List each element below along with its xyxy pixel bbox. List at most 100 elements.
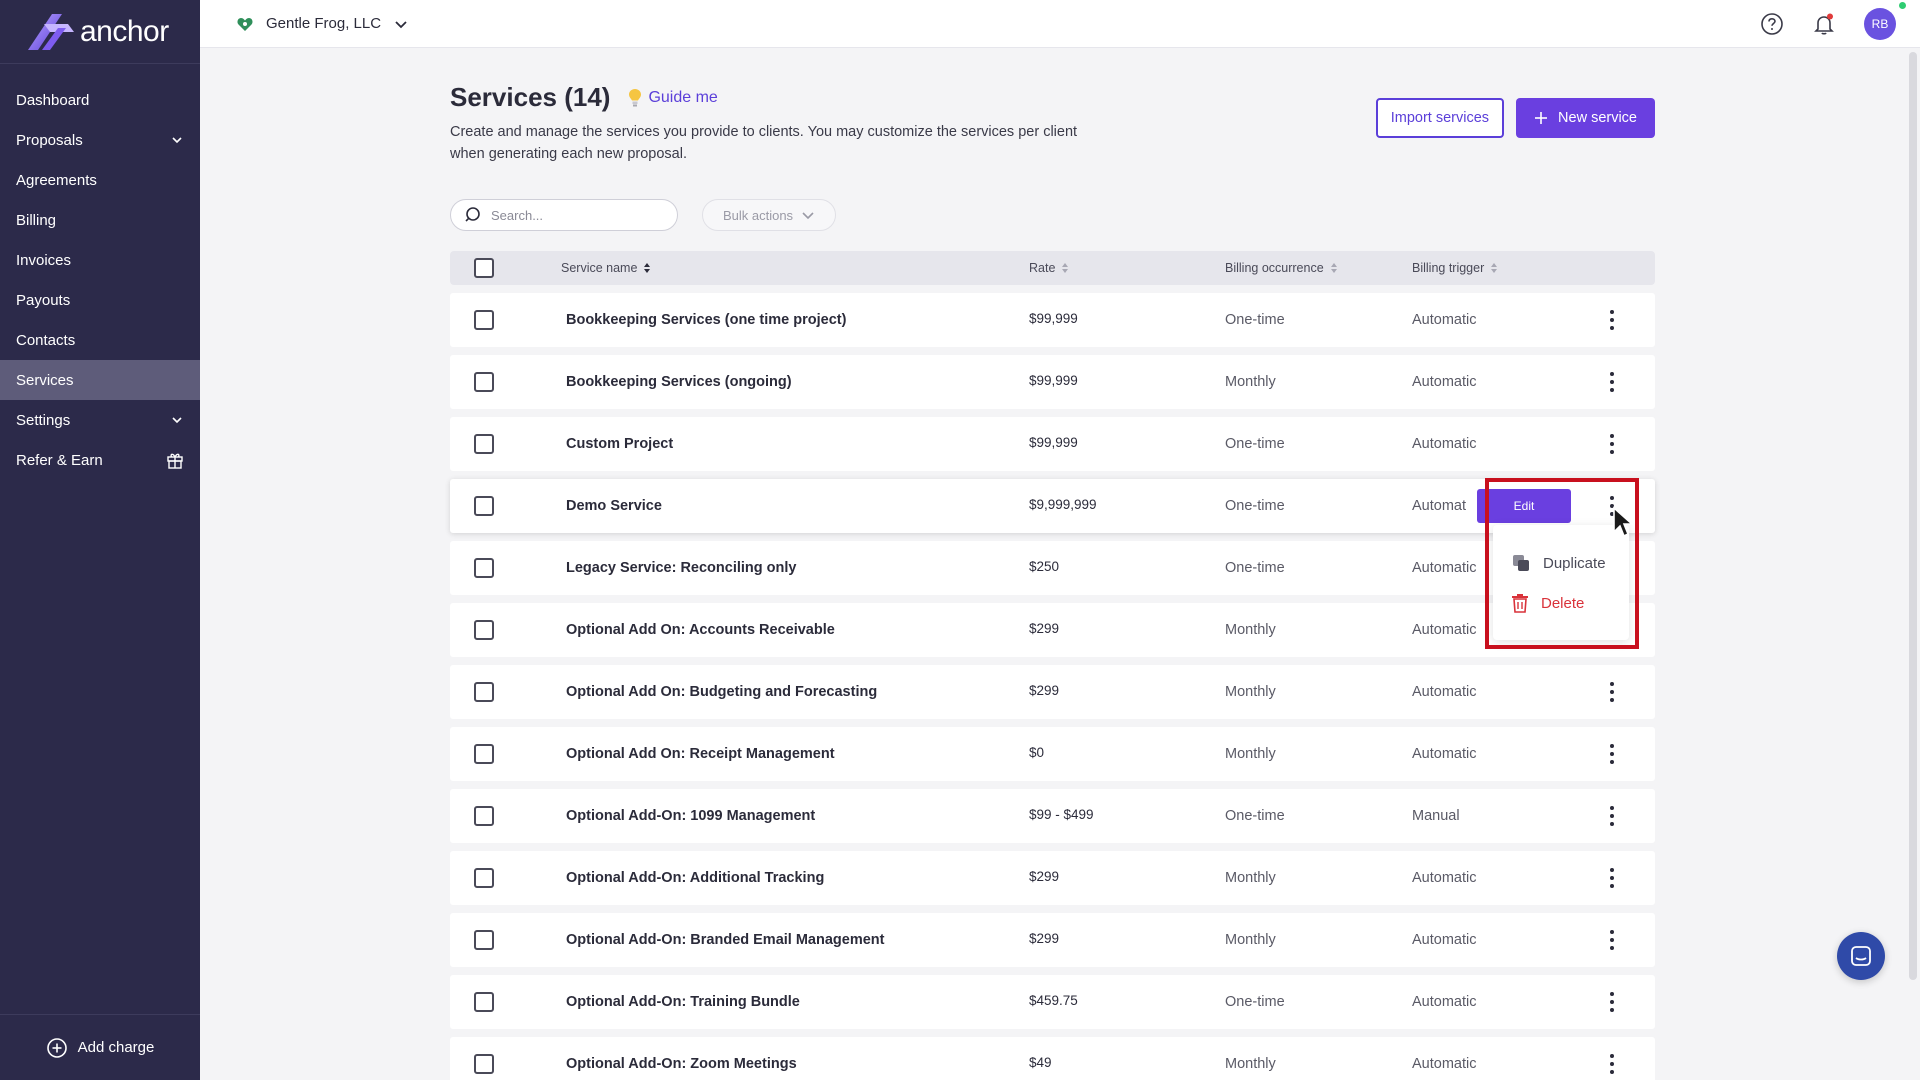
- service-name[interactable]: Optional Add On: Budgeting and Forecasti…: [566, 665, 877, 719]
- service-rate: $99 - $499: [1029, 806, 1094, 822]
- search-box[interactable]: [450, 199, 678, 231]
- avatar[interactable]: RB: [1864, 2, 1906, 40]
- row-menu-button[interactable]: [1600, 665, 1624, 719]
- bulk-actions-dropdown[interactable]: Bulk actions: [702, 199, 836, 231]
- row-checkbox[interactable]: [474, 682, 494, 702]
- billing-occurrence: Monthly: [1225, 746, 1276, 762]
- row-checkbox[interactable]: [474, 744, 494, 764]
- scrollbar-thumb[interactable]: [1909, 52, 1917, 980]
- select-all-checkbox[interactable]: [474, 258, 494, 278]
- billing-trigger: Automatic: [1412, 560, 1477, 576]
- table-row[interactable]: Optional Add On: Receipt Management $0 Mon…: [450, 727, 1655, 781]
- service-rate: $99,999: [1029, 310, 1078, 326]
- row-checkbox[interactable]: [474, 372, 494, 392]
- row-checkbox[interactable]: [474, 1054, 494, 1074]
- service-name[interactable]: Demo Service: [566, 479, 662, 533]
- table-row[interactable]: Optional Add-On: 1099 Management $99 - $4…: [450, 789, 1655, 843]
- import-services-button[interactable]: Import services: [1375, 98, 1505, 138]
- search-input[interactable]: [491, 207, 661, 223]
- service-name[interactable]: Bookkeeping Services (one time project): [566, 293, 846, 347]
- sort-icon: [1062, 263, 1069, 273]
- topbar: Gentle Frog, LLC RB: [200, 0, 1920, 48]
- row-menu-button[interactable]: [1600, 355, 1624, 409]
- row-menu-button[interactable]: [1600, 417, 1624, 471]
- column-header-label: Billing trigger: [1412, 261, 1485, 275]
- table-row[interactable]: Optional Add On: Accounts Receivable $299…: [450, 603, 1655, 657]
- sidebar-item-settings[interactable]: Settings: [0, 400, 200, 440]
- row-checkbox[interactable]: [474, 434, 494, 454]
- bell-icon[interactable]: [1812, 12, 1836, 36]
- row-checkbox[interactable]: [474, 620, 494, 640]
- help-icon[interactable]: [1760, 12, 1784, 36]
- table-row[interactable]: Optional Add On: Budgeting and Forecasti…: [450, 665, 1655, 719]
- logo[interactable]: anchor: [0, 0, 200, 64]
- table-row[interactable]: Demo Service $9,999,999 One-time Automat Edi…: [450, 479, 1655, 533]
- sort-icon: [1330, 263, 1337, 273]
- row-checkbox[interactable]: [474, 930, 494, 950]
- service-rate: $299: [1029, 868, 1060, 884]
- row-menu-button[interactable]: [1600, 975, 1624, 1029]
- table-row[interactable]: Optional Add-On: Zoom Meetings $49 Monthly…: [450, 1037, 1655, 1080]
- service-name[interactable]: Optional Add-On: Training Bundle: [566, 975, 800, 1029]
- sidebar-item-label: Settings: [16, 411, 71, 429]
- row-menu-button[interactable]: [1600, 789, 1624, 843]
- row-menu-button[interactable]: [1600, 1037, 1624, 1080]
- add-charge-button[interactable]: Add charge: [0, 1014, 200, 1080]
- service-name[interactable]: Legacy Service: Reconciling only: [566, 541, 796, 595]
- row-checkbox[interactable]: [474, 868, 494, 888]
- billing-trigger: Automatic: [1412, 622, 1477, 638]
- chat-button[interactable]: [1837, 932, 1885, 980]
- column-header-service-name[interactable]: Service name: [561, 251, 651, 285]
- row-menu-button[interactable]: [1600, 851, 1624, 905]
- table-row[interactable]: Optional Add-On: Branded Email Managemen…: [450, 913, 1655, 967]
- sidebar-item-dashboard[interactable]: Dashboard: [0, 80, 200, 120]
- sidebar-item-agreements[interactable]: Agreements: [0, 160, 200, 200]
- sidebar-item-services[interactable]: Services: [0, 360, 200, 400]
- table-row[interactable]: Bookkeeping Services (ongoing) $99,999 Mon…: [450, 355, 1655, 409]
- sidebar-item-refer-earn[interactable]: Refer & Earn: [0, 440, 200, 480]
- service-rate: $299: [1029, 620, 1060, 636]
- company-switcher[interactable]: Gentle Frog, LLC: [236, 15, 409, 33]
- row-checkbox[interactable]: [474, 992, 494, 1012]
- table-row[interactable]: Optional Add-On: Training Bundle $459.75 O…: [450, 975, 1655, 1029]
- row-menu-button[interactable]: [1600, 293, 1624, 347]
- service-name[interactable]: Optional Add-On: Branded Email Managemen…: [566, 913, 884, 967]
- new-service-button[interactable]: New service: [1516, 98, 1655, 138]
- service-name[interactable]: Optional Add On: Receipt Management: [566, 727, 835, 781]
- service-name[interactable]: Custom Project: [566, 417, 673, 471]
- billing-occurrence: Monthly: [1225, 870, 1276, 886]
- kebab-menu-icon: [1610, 310, 1614, 330]
- sidebar-item-proposals[interactable]: Proposals: [0, 120, 200, 160]
- sidebar-item-payouts[interactable]: Payouts: [0, 280, 200, 320]
- service-name[interactable]: Optional Add-On: Additional Tracking: [566, 851, 824, 905]
- kebab-menu-icon: [1610, 744, 1614, 764]
- service-name[interactable]: Optional Add On: Accounts Receivable: [566, 603, 835, 657]
- table-row[interactable]: Bookkeeping Services (one time project) $…: [450, 293, 1655, 347]
- kebab-menu-icon: [1610, 930, 1614, 950]
- row-menu-button[interactable]: [1600, 913, 1624, 967]
- service-name[interactable]: Optional Add-On: Zoom Meetings: [566, 1037, 797, 1080]
- sidebar-item-contacts[interactable]: Contacts: [0, 320, 200, 360]
- kebab-menu-icon: [1610, 434, 1614, 454]
- table-row[interactable]: Legacy Service: Reconciling only $250 One-…: [450, 541, 1655, 595]
- row-checkbox[interactable]: [474, 806, 494, 826]
- sidebar-item-label: Services: [16, 371, 74, 389]
- service-name[interactable]: Optional Add-On: 1099 Management: [566, 789, 815, 843]
- row-checkbox[interactable]: [474, 496, 494, 516]
- row-checkbox[interactable]: [474, 310, 494, 330]
- sidebar-item-billing[interactable]: Billing: [0, 200, 200, 240]
- scrollbar[interactable]: [1906, 48, 1920, 1080]
- sidebar-item-invoices[interactable]: Invoices: [0, 240, 200, 280]
- column-header-rate[interactable]: Rate: [1029, 251, 1069, 285]
- column-header-billing-occurrence[interactable]: Billing occurrence: [1225, 251, 1338, 285]
- table-row[interactable]: Custom Project $99,999 One-time Automatic: [450, 417, 1655, 471]
- row-checkbox[interactable]: [474, 558, 494, 578]
- bulk-actions-label: Bulk actions: [722, 207, 794, 223]
- chevron-down-icon: [802, 212, 814, 220]
- table-row[interactable]: Optional Add-On: Additional Tracking $299…: [450, 851, 1655, 905]
- column-header-billing-trigger[interactable]: Billing trigger: [1412, 251, 1498, 285]
- row-menu-button[interactable]: [1600, 727, 1624, 781]
- guide-me-link[interactable]: Guide me: [628, 88, 718, 108]
- service-name[interactable]: Bookkeeping Services (ongoing): [566, 355, 792, 409]
- logo-text: anchor: [80, 14, 169, 48]
